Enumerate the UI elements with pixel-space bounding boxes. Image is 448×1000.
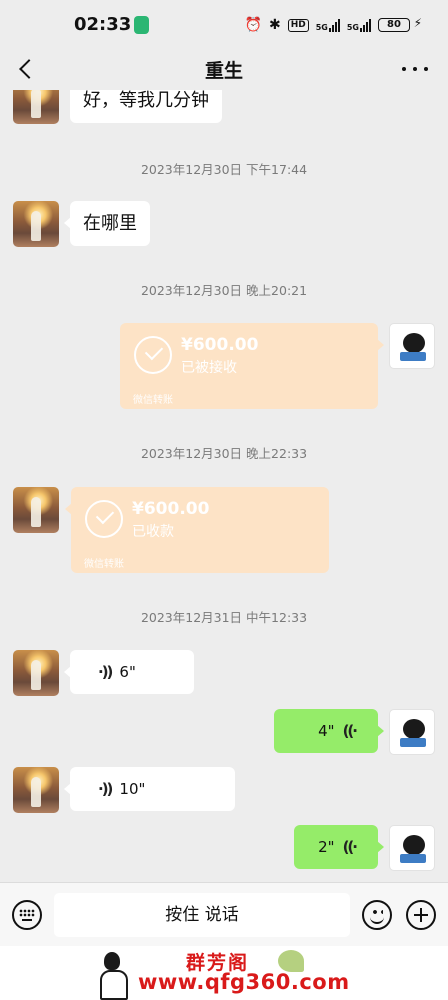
app-notification-icon [134,16,149,34]
watermark-leaf-icon [278,950,304,972]
alarm-icon: ⏰ [244,17,262,33]
watermark: 群芳阁 www.qfg360.com [0,946,448,1000]
voice-duration: 10" [119,780,146,798]
status-time: 02:33 [74,14,132,35]
emoji-icon[interactable] [362,900,392,930]
network-type-2: 5G [346,23,359,32]
chat-header: 重生 [0,48,448,90]
input-bar: 按住 说话 [0,882,448,946]
voice-wave-icon: ·)) [98,780,113,798]
keyboard-icon[interactable] [12,900,42,930]
voice-duration: 4" [318,722,335,740]
transfer-card[interactable]: ¥600.00 已收款 微信转账 [65,487,329,573]
more-dots-icon[interactable] [402,65,428,73]
plus-icon[interactable] [406,900,436,930]
bluetooth-icon: ✱ [268,17,281,33]
transfer-amount: ¥600.00 [181,335,259,355]
contact-avatar[interactable] [13,650,59,696]
charging-icon: ⚡ [413,16,422,30]
self-avatar[interactable] [389,709,435,755]
voice-message[interactable]: ·)) 6" [64,650,194,694]
message-list[interactable]: 好，等我几分钟 2023年12月30日 下午17:44 在哪里 2023年12月… [0,90,448,882]
check-circle-icon [134,336,172,374]
voice-message[interactable]: 4" ((· [274,709,384,753]
voice-wave-icon: ((· [342,838,358,856]
transfer-status: 已收款 [132,524,174,540]
voice-duration: 2" [318,838,335,856]
transfer-status: 已被接收 [181,360,237,376]
hold-to-talk-button[interactable]: 按住 说话 [54,893,350,937]
watermark-figure-icon [96,950,128,1000]
message-timestamp: 2023年12月31日 中午12:33 [140,610,308,625]
message-timestamp: 2023年12月30日 下午17:44 [140,162,308,177]
contact-avatar[interactable] [13,90,59,124]
contact-avatar[interactable] [13,487,59,533]
battery-icon: 80 [378,18,410,32]
voice-duration: 6" [119,663,136,681]
check-circle-icon [85,500,123,538]
self-avatar[interactable] [389,825,435,871]
message-timestamp: 2023年12月30日 晚上20:21 [140,283,308,298]
chat-title: 重生 [204,60,243,82]
status-bar: 02:33 ⏰ ✱ HD 5G 5G 80 ⚡ [0,0,448,48]
network-type-1: 5G [315,23,328,32]
watermark-url: www.qfg360.com [138,970,350,994]
signal-1-icon: 5G [316,18,340,32]
voice-message[interactable]: ·)) 10" [64,767,235,811]
contact-avatar[interactable] [13,201,59,247]
transfer-card[interactable]: ¥600.00 已被接收 微信转账 [120,323,384,409]
transfer-footer: 微信转账 [133,395,173,406]
signal-2-icon: 5G [347,18,371,32]
message-bubble[interactable]: 在哪里 [64,201,150,246]
message-timestamp: 2023年12月30日 晚上22:33 [140,446,308,461]
status-icons: ⏰ ✱ HD 5G 5G 80 [245,16,410,34]
transfer-amount: ¥600.00 [132,499,210,519]
voice-wave-icon: ((· [342,722,358,740]
transfer-footer: 微信转账 [84,559,124,570]
contact-avatar[interactable] [13,767,59,813]
self-avatar[interactable] [389,323,435,369]
message-bubble[interactable]: 好，等我几分钟 [70,90,222,123]
voice-message[interactable]: 2" ((· [294,825,384,869]
hd-badge: HD [287,18,309,32]
voice-wave-icon: ·)) [98,663,113,681]
